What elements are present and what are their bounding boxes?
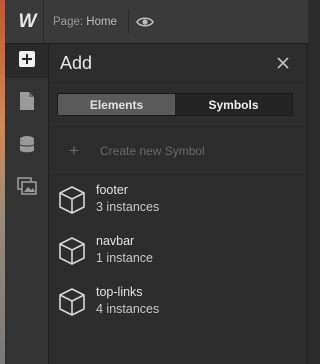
left-sidebar bbox=[5, 44, 49, 364]
assets-panel-button[interactable] bbox=[5, 171, 48, 205]
symbol-item-navbar[interactable]: navbar 1 instance bbox=[49, 227, 308, 275]
create-symbol-button[interactable]: + Create new Symbol bbox=[49, 136, 308, 166]
panel-title: Add bbox=[60, 53, 93, 73]
plus-square-icon bbox=[18, 50, 36, 73]
topbar-divider-2 bbox=[128, 10, 129, 34]
page-selector[interactable]: Page: Home bbox=[53, 16, 117, 28]
header-divider bbox=[49, 82, 308, 83]
symbol-cube-icon bbox=[58, 287, 86, 317]
topbar-divider bbox=[43, 0, 44, 44]
symbols-divider bbox=[49, 174, 308, 175]
symbol-cube-icon bbox=[58, 185, 86, 215]
images-icon bbox=[16, 176, 37, 200]
cms-panel-button[interactable] bbox=[5, 130, 48, 164]
symbol-instance-count: 3 instances bbox=[96, 200, 160, 214]
symbol-item-top-links[interactable]: top-links 4 instances bbox=[49, 278, 308, 326]
panel-right-edge bbox=[306, 44, 308, 364]
panel-tabs: Elements Symbols bbox=[57, 93, 293, 116]
symbol-instance-count: 1 instance bbox=[96, 251, 153, 265]
symbol-instance-count: 4 instances bbox=[96, 302, 160, 316]
page-icon bbox=[19, 91, 35, 116]
symbol-name: footer bbox=[96, 183, 128, 197]
page-key-label: Page: bbox=[53, 16, 84, 28]
symbol-item-footer[interactable]: footer 3 instances bbox=[49, 176, 308, 224]
plus-icon: + bbox=[69, 141, 79, 160]
panel-header: Add bbox=[49, 44, 308, 82]
symbol-cube-icon bbox=[58, 236, 86, 266]
symbol-name: navbar bbox=[96, 234, 135, 248]
close-icon[interactable] bbox=[276, 56, 290, 70]
tabs-divider bbox=[49, 126, 308, 127]
add-panel-button[interactable] bbox=[5, 44, 48, 78]
database-icon bbox=[19, 135, 35, 160]
symbol-name: top-links bbox=[96, 285, 143, 299]
tab-elements[interactable]: Elements bbox=[58, 94, 175, 115]
add-panel: Add Elements Symbols + Create new Symbol… bbox=[49, 44, 308, 364]
preview-eye-icon[interactable] bbox=[134, 12, 156, 32]
create-symbol-label: Create new Symbol bbox=[100, 144, 205, 158]
tab-symbols[interactable]: Symbols bbox=[175, 94, 292, 115]
pages-panel-button[interactable] bbox=[5, 86, 48, 120]
webflow-logo[interactable]: W bbox=[14, 10, 40, 34]
top-bar: W Page: Home bbox=[5, 0, 308, 44]
page-name: Home bbox=[86, 16, 117, 28]
